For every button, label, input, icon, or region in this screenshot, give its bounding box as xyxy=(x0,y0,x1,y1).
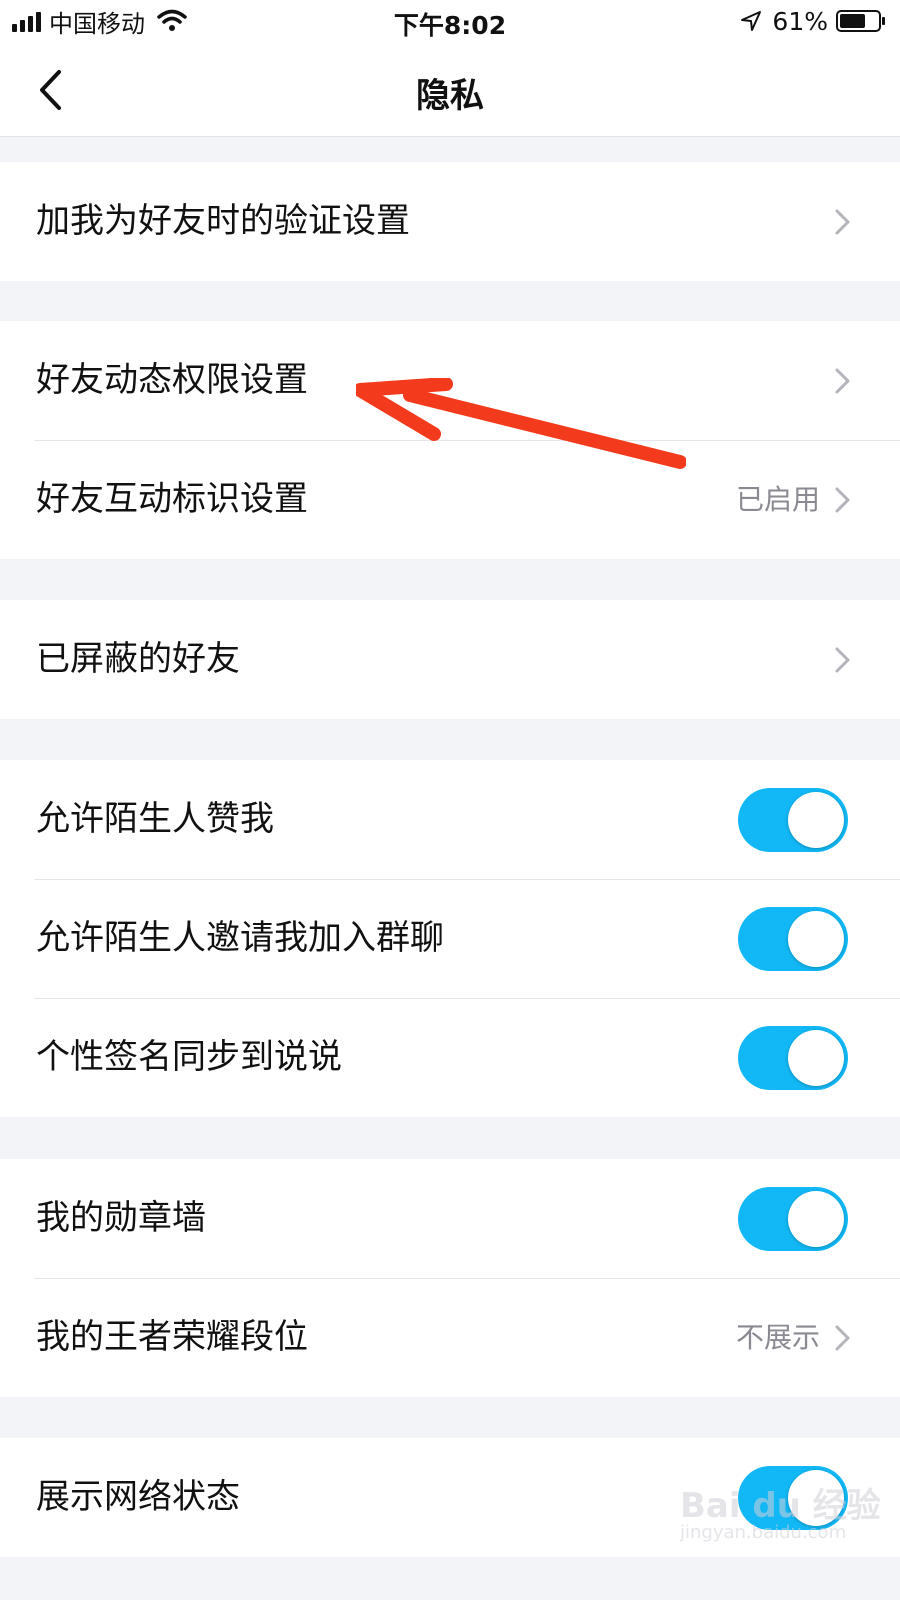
toggle-switch[interactable] xyxy=(738,1187,848,1251)
chevron-right-icon xyxy=(835,647,850,673)
location-arrow-icon xyxy=(741,11,762,31)
chevron-right-icon xyxy=(835,368,850,394)
toggle-knob xyxy=(788,792,844,848)
settings-row-network-status: 展示网络状态 xyxy=(0,1438,900,1557)
settings-row-game-rank[interactable]: 我的王者荣耀段位 不展示 xyxy=(0,1278,900,1397)
settings-group: 好友动态权限设置 好友互动标识设置 已启用 xyxy=(0,321,900,559)
settings-row-blocked-friends[interactable]: 已屏蔽的好友 xyxy=(0,600,900,719)
toggle-knob xyxy=(788,1030,844,1086)
settings-row-medal-wall: 我的勋章墙 xyxy=(0,1159,900,1278)
row-label: 允许陌生人邀请我加入群聊 xyxy=(36,918,444,958)
toggle-switch[interactable] xyxy=(738,1026,848,1090)
row-label: 个性签名同步到说说 xyxy=(36,1037,342,1077)
battery-icon xyxy=(836,10,885,32)
row-label: 展示网络状态 xyxy=(36,1477,240,1517)
row-label: 好友互动标识设置 xyxy=(36,479,308,519)
toggle-switch[interactable] xyxy=(738,1466,848,1530)
status-right: 61% xyxy=(740,6,886,36)
settings-row-stranger-likes: 允许陌生人赞我 xyxy=(0,760,900,879)
toggle-knob xyxy=(788,1470,844,1526)
settings-row-feed-permissions[interactable]: 好友动态权限设置 xyxy=(0,321,900,440)
chevron-right-icon xyxy=(835,209,850,235)
settings-group: 展示网络状态 xyxy=(0,1438,900,1557)
row-value: 已启用 xyxy=(735,483,820,516)
settings-group: 允许陌生人赞我 允许陌生人邀请我加入群聊 个性签名同步到说说 xyxy=(0,760,900,1117)
toggle-knob xyxy=(788,911,844,967)
settings-row-friend-verification[interactable]: 加我为好友时的验证设置 xyxy=(0,162,900,281)
settings-row-signature-sync: 个性签名同步到说说 xyxy=(0,998,900,1117)
row-label: 我的勋章墙 xyxy=(36,1198,206,1238)
row-label: 好友动态权限设置 xyxy=(36,360,308,400)
battery-percent: 61% xyxy=(772,6,828,36)
status-bar: 中国移动 下午8:02 61% xyxy=(0,0,900,44)
settings-group: 加我为好友时的验证设置 xyxy=(0,162,900,281)
chevron-right-icon xyxy=(835,1325,850,1351)
settings-row-stranger-group-invite: 允许陌生人邀请我加入群聊 xyxy=(0,879,900,998)
toggle-knob xyxy=(788,1191,844,1247)
settings-group: 已屏蔽的好友 xyxy=(0,600,900,719)
row-label: 允许陌生人赞我 xyxy=(36,799,274,839)
row-value: 不展示 xyxy=(735,1321,820,1354)
row-label: 我的王者荣耀段位 xyxy=(36,1317,308,1357)
row-label: 加我为好友时的验证设置 xyxy=(36,201,410,241)
nav-bar: 隐私 xyxy=(0,44,900,137)
row-label: 已屏蔽的好友 xyxy=(36,639,240,679)
settings-group: 我的勋章墙 我的王者荣耀段位 不展示 xyxy=(0,1159,900,1397)
toggle-switch[interactable] xyxy=(738,907,848,971)
settings-row-interaction-badges[interactable]: 好友互动标识设置 已启用 xyxy=(0,440,900,559)
chevron-right-icon xyxy=(835,487,850,513)
toggle-switch[interactable] xyxy=(738,788,848,852)
page-title: 隐私 xyxy=(416,76,484,116)
